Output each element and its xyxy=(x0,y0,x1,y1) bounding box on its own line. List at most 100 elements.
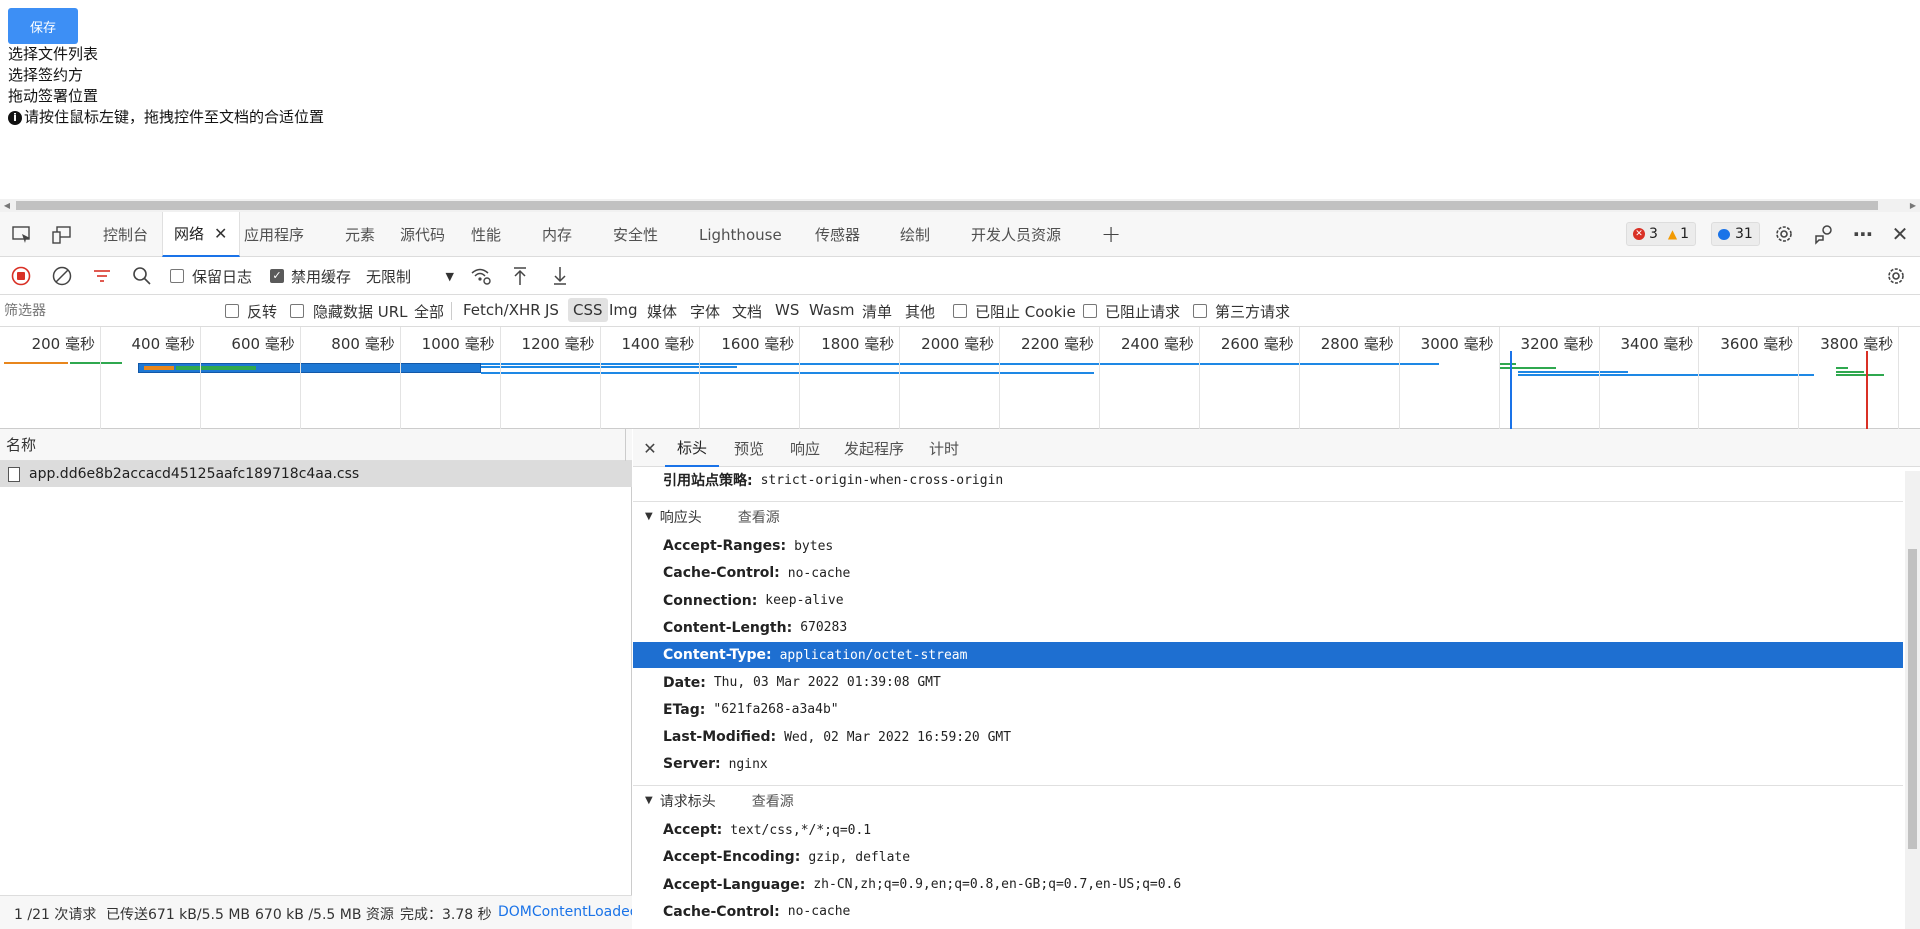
scroll-right-icon[interactable]: ▶ xyxy=(1906,199,1920,212)
warning-count: 1 xyxy=(1680,226,1690,242)
close-icon[interactable]: ✕ xyxy=(641,439,659,458)
tab-performance[interactable]: 性能 xyxy=(471,212,501,257)
scroll-left-icon[interactable]: ◀ xyxy=(0,199,14,212)
network-overview[interactable]: 200 毫秒 400 毫秒 600 毫秒 800 毫秒 1000 毫秒 1200 毫秒 14… xyxy=(0,327,1920,429)
type-filter-doc[interactable]: 文档 xyxy=(732,301,762,322)
timeline-tick-label: 2800 毫秒 xyxy=(1320,335,1394,353)
blocked-requests-checkbox[interactable] xyxy=(1083,304,1097,318)
request-headers-section[interactable]: ▼ 请求标头 查看源 xyxy=(633,785,1903,815)
tab-rendering[interactable]: 绘制 xyxy=(900,212,930,257)
record-stop-icon[interactable] xyxy=(11,266,31,286)
header-row[interactable]: Accept: text/css,*/*;q=0.1 xyxy=(663,817,871,843)
messages-counter[interactable]: 31 xyxy=(1711,222,1760,246)
tab-sensors[interactable]: 传感器 xyxy=(815,212,860,257)
tab-network[interactable]: 网络 ✕ xyxy=(162,212,241,257)
tab-console[interactable]: 控制台 xyxy=(103,212,148,257)
type-filter-css[interactable]: CSS xyxy=(568,298,608,322)
timeline-gridline xyxy=(299,327,301,429)
type-filter-js[interactable]: JS xyxy=(545,301,559,319)
scrollbar-thumb[interactable] xyxy=(1908,549,1917,849)
header-row[interactable]: Accept-Language: zh-CN,zh;q=0.9,en;q=0.8,… xyxy=(663,872,1181,898)
tab-initiator[interactable]: 发起程序 xyxy=(844,429,904,467)
timeline-tick-label: 3600 毫秒 xyxy=(1720,335,1794,353)
tab-elements[interactable]: 元素 xyxy=(345,212,375,257)
filter-icon[interactable] xyxy=(92,266,112,286)
type-filter-font[interactable]: 字体 xyxy=(690,301,720,322)
type-filter-all[interactable]: 全部 xyxy=(414,301,444,322)
type-filter-manifest[interactable]: 清单 xyxy=(862,301,892,322)
import-har-icon[interactable] xyxy=(510,265,530,287)
tab-sources[interactable]: 源代码 xyxy=(400,212,445,257)
header-row[interactable]: Last-Modified: Wed, 02 Mar 2022 16:59:20 … xyxy=(663,724,1011,750)
filter-input[interactable] xyxy=(4,299,204,323)
response-headers-section[interactable]: ▼ 响应头 查看源 xyxy=(633,501,1903,531)
feedback-icon[interactable] xyxy=(1812,222,1836,246)
close-devtools-icon[interactable]: ✕ xyxy=(1888,222,1912,246)
timeline-gridline xyxy=(1298,327,1300,429)
header-row[interactable]: Date: Thu, 03 Mar 2022 01:39:08 GMT xyxy=(663,670,941,696)
header-row[interactable]: Accept-Ranges: bytes xyxy=(663,533,833,559)
timeline-gridline xyxy=(399,327,401,429)
header-row[interactable]: Accept-Encoding: gzip, deflate xyxy=(663,844,910,870)
domcontentloaded-time[interactable]: DOMContentLoaded xyxy=(498,904,632,920)
timeline-tick-label: 400 毫秒 xyxy=(131,335,195,353)
file-icon xyxy=(8,466,20,482)
timeline-gridline xyxy=(1798,327,1800,429)
hide-data-url-checkbox[interactable] xyxy=(290,304,304,318)
network-conditions-icon[interactable] xyxy=(470,266,492,286)
throttle-select[interactable]: 无限制 ▼ xyxy=(366,264,454,288)
tab-memory[interactable]: 内存 xyxy=(542,212,572,257)
horizontal-scrollbar[interactable]: ◀ ▶ xyxy=(0,199,1920,212)
more-icon[interactable]: ⋯ xyxy=(1851,222,1875,246)
search-icon[interactable] xyxy=(132,266,152,286)
save-button[interactable]: 保存 xyxy=(8,8,78,44)
devtools-tab-bar: 控制台 网络 ✕ 应用程序 元素 源代码 性能 内存 安全性 Lighthous… xyxy=(0,212,1920,257)
tab-lighthouse[interactable]: Lighthouse xyxy=(699,212,782,257)
header-row[interactable]: Cache-Control: no-cache xyxy=(663,560,850,586)
scrollbar-thumb[interactable] xyxy=(16,201,1878,210)
inspect-element-icon[interactable] xyxy=(10,224,34,246)
view-source-link[interactable]: 查看源 xyxy=(738,507,780,527)
type-filter-img[interactable]: Img xyxy=(609,301,638,319)
gear-icon[interactable] xyxy=(1772,222,1796,246)
header-row[interactable]: Server: nginx xyxy=(663,751,768,777)
timeline-gridline xyxy=(699,327,701,429)
tab-response[interactable]: 响应 xyxy=(790,429,820,467)
clear-icon[interactable] xyxy=(52,266,72,286)
blocked-cookie-checkbox[interactable] xyxy=(953,304,967,318)
type-filter-media[interactable]: 媒体 xyxy=(647,301,677,322)
tab-headers[interactable]: 标头 xyxy=(665,429,720,467)
tab-timing[interactable]: 计时 xyxy=(929,429,959,467)
header-row[interactable]: Connection: keep-alive xyxy=(663,588,844,614)
header-row-selected[interactable]: Content-Type: application/octet-stream xyxy=(633,642,1903,669)
export-har-icon[interactable] xyxy=(550,265,570,287)
request-row[interactable]: app.dd6e8b2accacd45125aafc189718c4aa.css xyxy=(0,461,632,487)
timeline-tick-label: 3800 毫秒 xyxy=(1820,335,1894,353)
type-filter-ws[interactable]: WS xyxy=(775,301,799,319)
header-row[interactable]: Content-Length: 670283 xyxy=(663,615,847,641)
header-row[interactable]: Cache-Control: no-cache xyxy=(663,899,850,925)
details-vertical-scrollbar[interactable] xyxy=(1905,471,1920,929)
tab-application[interactable]: 应用程序 xyxy=(244,212,304,257)
tab-developer-resources[interactable]: 开发人员资源 xyxy=(971,212,1061,257)
info-circle-icon: i xyxy=(8,110,22,125)
header-row[interactable]: ETag: "621fa268-a3a4b" xyxy=(663,697,839,723)
plus-icon[interactable]: + xyxy=(1099,220,1123,248)
invert-checkbox[interactable] xyxy=(225,304,239,318)
close-icon[interactable]: ✕ xyxy=(214,224,227,243)
disable-cache-checkbox[interactable]: ✓ xyxy=(270,269,284,283)
network-settings-icon[interactable] xyxy=(1885,265,1907,287)
type-filter-fetch-xhr[interactable]: Fetch/XHR xyxy=(463,301,541,319)
tab-security[interactable]: 安全性 xyxy=(613,212,658,257)
preserve-log-checkbox[interactable] xyxy=(170,269,184,283)
type-filter-wasm[interactable]: Wasm xyxy=(809,301,855,319)
view-source-link[interactable]: 查看源 xyxy=(752,791,794,811)
device-emulation-icon[interactable] xyxy=(50,224,74,246)
tab-preview[interactable]: 预览 xyxy=(734,429,764,467)
column-header-name[interactable]: 名称 xyxy=(0,429,632,461)
issues-counter[interactable]: ✕ 3 ▲ 1 xyxy=(1626,222,1697,246)
type-filter-other[interactable]: 其他 xyxy=(905,301,935,322)
third-party-checkbox[interactable] xyxy=(1193,304,1207,318)
details-tab-bar: ✕ 标头 预览 响应 发起程序 计时 xyxy=(633,429,1920,467)
network-toolbar: 保留日志 ✓ 禁用缓存 无限制 ▼ xyxy=(0,257,1920,295)
